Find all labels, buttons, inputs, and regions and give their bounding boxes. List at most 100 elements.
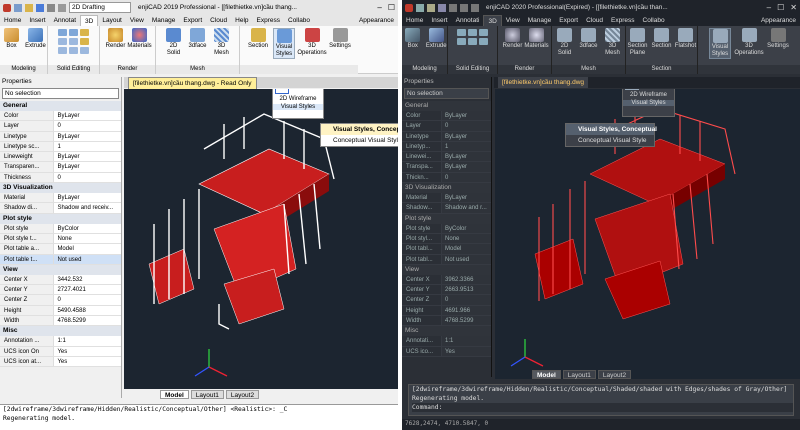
property-value[interactable]: Not used bbox=[54, 254, 121, 264]
property-row[interactable]: UCS icon at... Yes bbox=[0, 356, 121, 368]
property-row[interactable]: Annotation ... 1:1 bbox=[0, 336, 121, 347]
interfere-icon[interactable] bbox=[468, 38, 477, 45]
menu-item-visual-styles-conceptual[interactable]: Visual Styles, Conceptual bbox=[566, 124, 657, 135]
property-row[interactable]: Plot styl... None bbox=[402, 233, 491, 245]
new-icon[interactable] bbox=[416, 3, 424, 12]
property-value[interactable]: 1:1 bbox=[442, 336, 491, 346]
viewport[interactable]: 2D Wireframe Visual Styles Visual Styles… bbox=[124, 89, 398, 389]
property-value[interactable]: 4691.966 bbox=[442, 305, 491, 316]
union-icon[interactable] bbox=[58, 29, 67, 36]
property-value[interactable]: ByLayer bbox=[54, 111, 121, 121]
property-row[interactable]: Linewei... ByLayer bbox=[402, 152, 491, 163]
property-row[interactable]: Linetyp... 1 bbox=[402, 141, 491, 153]
section-header[interactable]: View bbox=[0, 264, 121, 275]
shell-icon[interactable] bbox=[69, 47, 78, 54]
property-value[interactable]: ByLayer bbox=[442, 193, 491, 203]
union-icon[interactable] bbox=[457, 29, 466, 36]
layout-tab-layout2[interactable]: Layout2 bbox=[225, 390, 260, 399]
property-value[interactable]: 0 bbox=[442, 295, 491, 305]
property-row[interactable]: Thickness 0 bbox=[0, 172, 121, 184]
property-value[interactable]: 2663.9513 bbox=[442, 285, 491, 295]
property-row[interactable]: Transpa... ByLayer bbox=[402, 162, 491, 173]
interfere-icon[interactable] bbox=[69, 38, 78, 45]
fillet-edge-icon[interactable] bbox=[479, 38, 488, 45]
property-row[interactable]: Lineweight ByLayer bbox=[0, 152, 121, 163]
print-icon[interactable] bbox=[449, 3, 457, 12]
visual-styles-button[interactable]: Visual Styles bbox=[709, 28, 731, 59]
layout-tab-layout1[interactable]: Layout1 bbox=[562, 370, 596, 379]
property-value[interactable]: Yes bbox=[442, 346, 491, 356]
tab-home[interactable]: Home bbox=[402, 15, 427, 26]
imprint-icon[interactable] bbox=[58, 47, 67, 54]
property-value[interactable]: ByLayer bbox=[442, 111, 491, 121]
property-row[interactable]: Center Y 2663.9513 bbox=[402, 285, 491, 296]
property-value[interactable]: Yes bbox=[54, 346, 121, 356]
property-value[interactable]: ByColor bbox=[442, 223, 491, 233]
property-row[interactable]: Width 4768.5299 bbox=[402, 316, 491, 327]
command-input[interactable]: Command: bbox=[412, 403, 793, 412]
property-row[interactable]: Center X 3442.532 bbox=[0, 274, 121, 286]
materials-button[interactable]: Materials bbox=[127, 28, 152, 50]
section-plane-button[interactable]: Section Plane bbox=[627, 28, 649, 57]
property-value[interactable]: 0 bbox=[442, 172, 491, 183]
3d-operations-button[interactable]: 3D Operations bbox=[297, 28, 327, 57]
property-value[interactable]: 4768.5299 bbox=[54, 316, 121, 326]
property-row[interactable]: Shadow... Shadow and r... bbox=[402, 203, 491, 214]
tab-view[interactable]: View bbox=[502, 15, 524, 26]
section-button[interactable]: Section bbox=[651, 28, 673, 50]
wireframe-style-icon[interactable] bbox=[625, 89, 639, 90]
section-header[interactable]: Plot style bbox=[0, 213, 121, 224]
property-row[interactable]: Color ByLayer bbox=[402, 111, 491, 122]
materials-button[interactable]: Materials bbox=[524, 28, 549, 50]
property-row[interactable]: Linetype ByLayer bbox=[402, 131, 491, 142]
intersect-icon[interactable] bbox=[479, 29, 488, 36]
tab-cloud[interactable]: Cloud bbox=[582, 15, 607, 26]
tab-home[interactable]: Home bbox=[0, 15, 25, 26]
minimize-icon[interactable]: – bbox=[377, 3, 381, 12]
app-logo-icon[interactable] bbox=[3, 3, 11, 12]
tab-export[interactable]: Export bbox=[555, 15, 582, 26]
section-header[interactable]: 3D Visualization bbox=[0, 183, 121, 194]
section-button[interactable]: Section bbox=[247, 28, 269, 50]
separate-icon[interactable] bbox=[80, 47, 89, 54]
property-value[interactable]: ByLayer bbox=[54, 131, 121, 141]
document-tab[interactable]: [filethietke.vn]cầu thang.dwg bbox=[498, 77, 589, 88]
property-value[interactable]: 3962.3366 bbox=[442, 274, 491, 285]
tab-manage[interactable]: Manage bbox=[524, 15, 556, 26]
tab-insert[interactable]: Insert bbox=[25, 15, 49, 26]
property-row[interactable]: Linetype ByLayer bbox=[0, 131, 121, 142]
property-row[interactable]: Annotati... 1:1 bbox=[402, 336, 491, 347]
property-value[interactable]: 0 bbox=[54, 121, 121, 131]
3dface-button[interactable]: 3dface bbox=[578, 28, 600, 50]
command-window[interactable]: [2dwireframe/3dwireframe/Hidden/Realisti… bbox=[0, 404, 398, 430]
property-row[interactable]: Center Z0 bbox=[0, 295, 121, 306]
workspace-select[interactable]: 2D Drafting bbox=[69, 2, 131, 13]
property-row[interactable]: Height 4691.966 bbox=[402, 305, 491, 317]
property-value[interactable]: Yes bbox=[54, 356, 121, 367]
close-icon[interactable]: ✕ bbox=[790, 3, 797, 12]
selection-dropdown[interactable]: No selection bbox=[404, 88, 489, 99]
property-row[interactable]: Plot style t... None bbox=[0, 233, 121, 245]
property-row[interactable]: Center X 3962.3366 bbox=[402, 274, 491, 286]
property-row[interactable]: Center Y 2727.4021 bbox=[0, 285, 121, 296]
tab-view[interactable]: View bbox=[126, 15, 148, 26]
property-row[interactable]: Transparen... ByLayer bbox=[0, 162, 121, 173]
property-row[interactable]: Material ByLayer bbox=[402, 193, 491, 204]
property-row[interactable]: Plot tabl... Model bbox=[402, 244, 491, 255]
property-value[interactable]: ByColor bbox=[54, 223, 121, 233]
2d-solid-button[interactable]: 2D Solid bbox=[163, 28, 185, 57]
tab-insert[interactable]: Insert bbox=[427, 15, 451, 26]
property-row[interactable]: Plot style ByColor bbox=[402, 223, 491, 234]
property-row[interactable]: Plot table a... Model bbox=[0, 244, 121, 255]
slice-icon[interactable] bbox=[58, 38, 67, 45]
tab-help[interactable]: Help bbox=[231, 15, 252, 26]
intersect-icon[interactable] bbox=[80, 29, 89, 36]
layout-tab-model[interactable]: Model bbox=[160, 390, 189, 399]
tab-3d[interactable]: 3D bbox=[80, 15, 99, 26]
property-value[interactable]: ByLayer bbox=[54, 193, 121, 203]
2d-solid-button[interactable]: 2D Solid bbox=[554, 28, 576, 57]
property-value[interactable]: 1 bbox=[442, 141, 491, 152]
tab-annotat[interactable]: Annotat bbox=[50, 15, 80, 26]
command-window[interactable]: [2dwireframe/3dwireframe/Hidden/Realisti… bbox=[408, 384, 794, 416]
property-value[interactable]: 2727.4021 bbox=[54, 285, 121, 295]
